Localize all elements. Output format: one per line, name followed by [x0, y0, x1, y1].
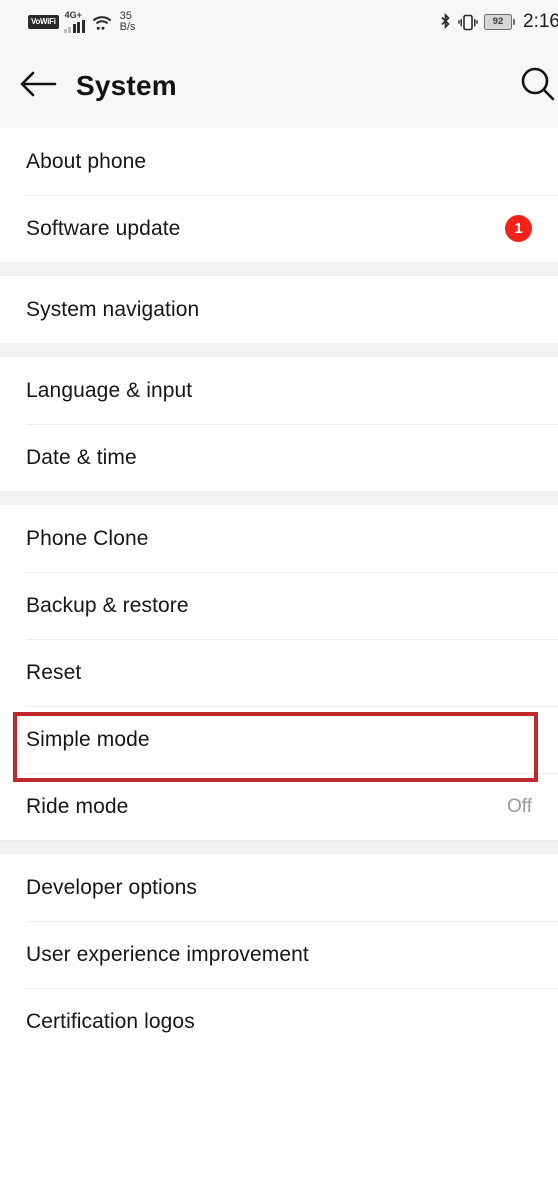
- list-item[interactable]: Ride mode Off: [0, 773, 558, 840]
- signal-bars: [63, 20, 85, 33]
- network-type-label: 4G+: [64, 10, 82, 20]
- list-item[interactable]: User experience improvement: [0, 921, 558, 988]
- list-item-label: Backup & restore: [26, 593, 189, 617]
- list-item-value: Off: [507, 795, 532, 817]
- list-item-label: User experience improvement: [26, 942, 309, 966]
- list-item-label: Ride mode: [26, 794, 129, 818]
- list-item[interactable]: System navigation: [0, 276, 558, 343]
- search-button[interactable]: [500, 44, 558, 128]
- wifi-icon: [92, 14, 112, 31]
- list-item-label: Developer options: [26, 875, 197, 899]
- notification-badge: 1: [505, 215, 532, 242]
- settings-group: About phone Software update 1: [0, 128, 558, 262]
- list-item-trailing: 1: [505, 215, 532, 242]
- list-item[interactable]: Simple mode: [0, 706, 558, 773]
- list-item[interactable]: Developer options: [0, 854, 558, 921]
- network-speed-unit: B/s: [119, 21, 136, 33]
- group-separator: [0, 840, 558, 854]
- settings-group: Developer options User experience improve…: [0, 854, 558, 1055]
- list-item[interactable]: Phone Clone: [0, 505, 558, 572]
- list-item[interactable]: Reset: [0, 639, 558, 706]
- list-item-label: Reset: [26, 660, 82, 684]
- status-bar-left: VoWiFi 4G+ 35 B/s: [28, 11, 136, 33]
- page-title: System: [76, 70, 177, 101]
- list-item-trailing: Off: [507, 796, 532, 818]
- list-item[interactable]: Date & time: [0, 424, 558, 491]
- list-item-label: System navigation: [26, 297, 200, 321]
- list-item-label: Certification logos: [26, 1009, 195, 1033]
- group-separator: [0, 491, 558, 505]
- status-bar-clock: 2:16: [523, 11, 558, 32]
- list-item-label: Software update: [26, 216, 181, 240]
- list-item-label: Simple mode: [26, 727, 150, 751]
- group-separator: [0, 262, 558, 276]
- vowifi-icon: VoWiFi: [28, 15, 59, 29]
- status-bar: VoWiFi 4G+ 35 B/s 92 2:16: [0, 0, 558, 44]
- back-arrow-icon: [19, 69, 57, 104]
- status-bar-right: 92 2:16: [439, 11, 558, 33]
- group-separator: [0, 343, 558, 357]
- list-item-label: About phone: [26, 149, 147, 173]
- list-item-label: Phone Clone: [26, 526, 149, 550]
- settings-list: About phone Software update 1 System naviga…: [0, 128, 558, 1055]
- battery-level-label: 92: [492, 16, 504, 28]
- list-item[interactable]: Certification logos: [0, 988, 558, 1055]
- list-item[interactable]: Backup & restore: [0, 572, 558, 639]
- cellular-signal-icon: 4G+: [63, 10, 85, 33]
- network-speed-indicator: 35 B/s: [120, 11, 136, 33]
- bluetooth-icon: [439, 12, 452, 32]
- settings-group: Phone Clone Backup & restore Reset Simple m…: [0, 505, 558, 840]
- battery-icon: 92: [484, 14, 516, 30]
- vibrate-icon: [458, 14, 478, 31]
- search-icon: [518, 64, 558, 109]
- list-item[interactable]: Language & input: [0, 357, 558, 424]
- back-button[interactable]: [0, 44, 76, 128]
- list-item-label: Date & time: [26, 445, 137, 469]
- list-item-label: Language & input: [26, 378, 193, 402]
- list-item[interactable]: About phone: [0, 128, 558, 195]
- app-bar: System: [0, 44, 558, 128]
- settings-group: Language & input Date & time: [0, 357, 558, 491]
- list-item[interactable]: Software update 1: [0, 195, 558, 262]
- settings-group: System navigation: [0, 276, 558, 343]
